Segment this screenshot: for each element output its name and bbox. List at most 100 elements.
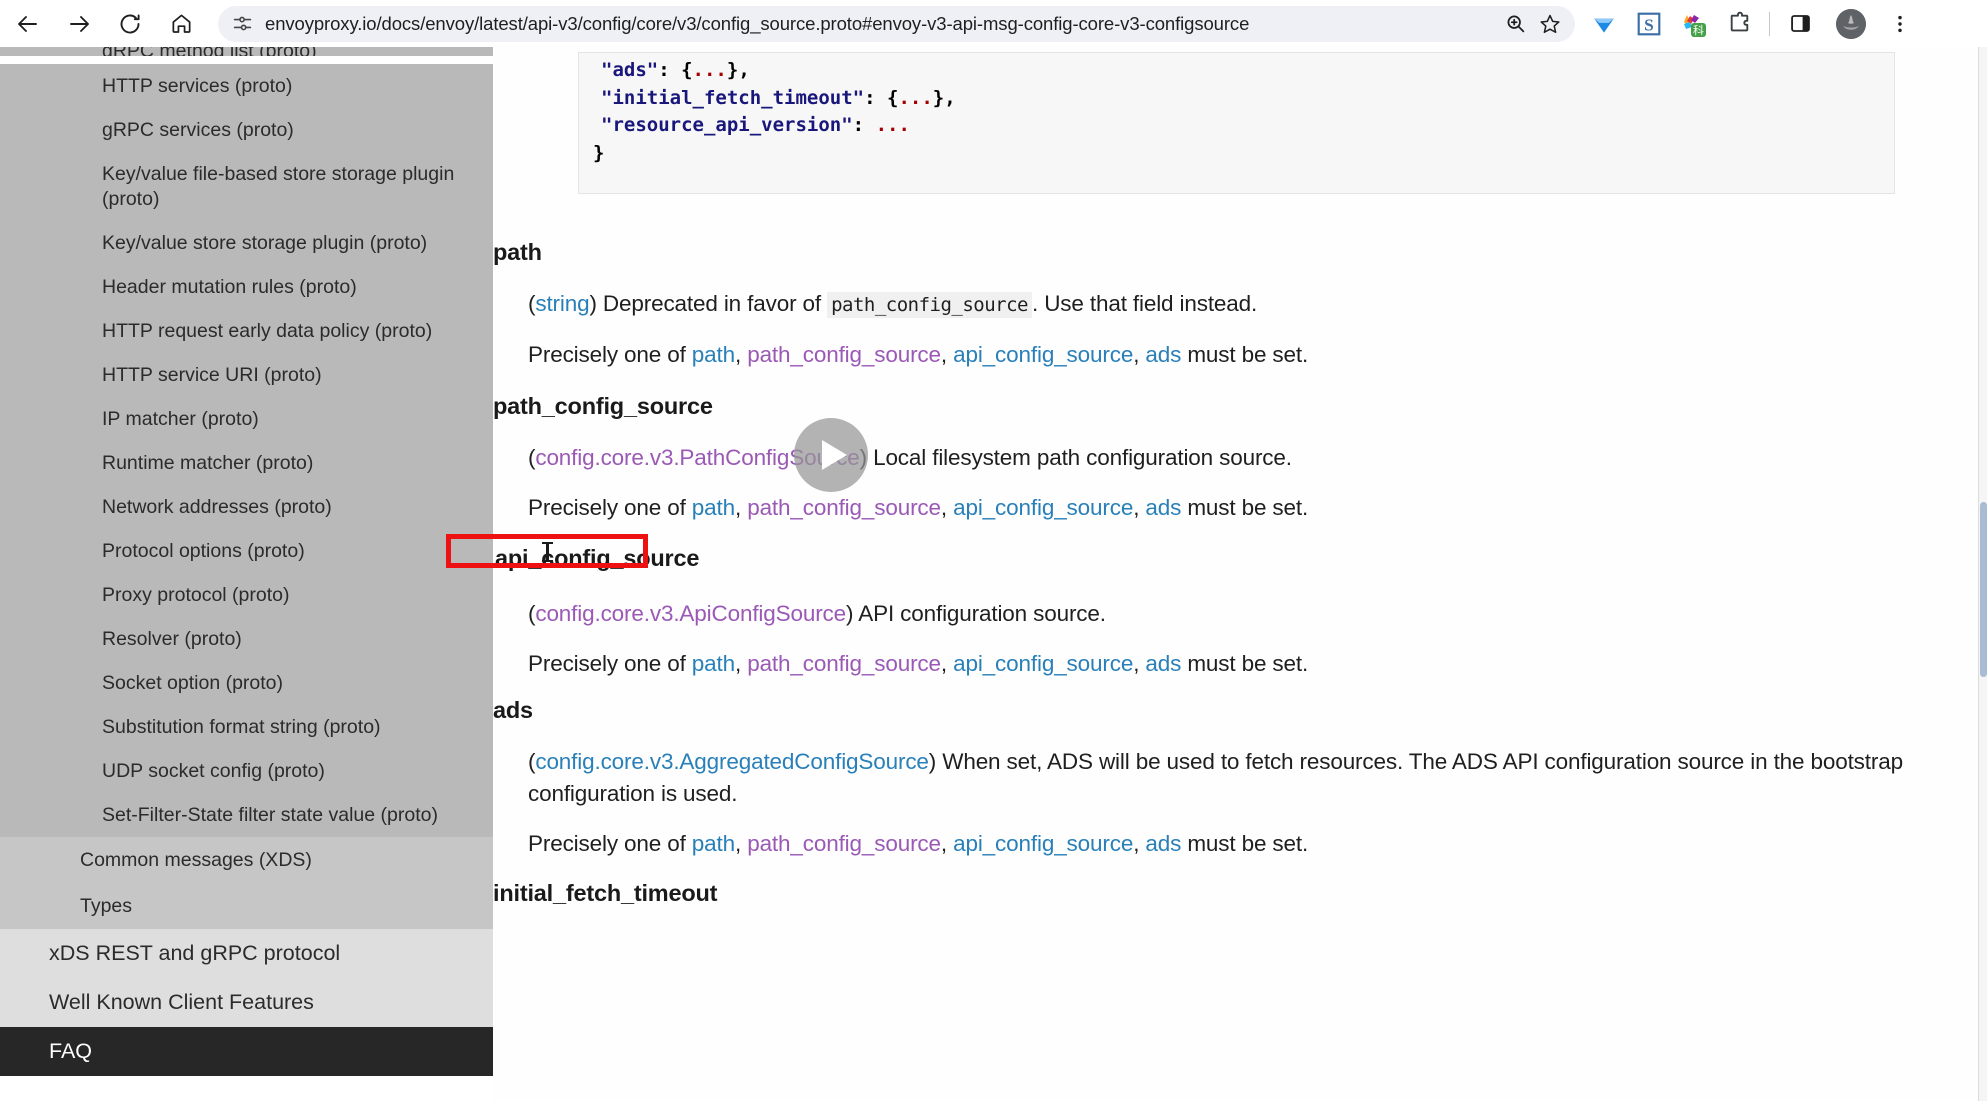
sidebar-item-udp-socket-config[interactable]: UDP socket config (proto) — [0, 749, 493, 793]
field-description-path: (string) Deprecated in favor of path_con… — [528, 291, 1258, 318]
field-block-api-config-source: api_config_source (config.core.v3.ApiCon… — [493, 545, 1980, 680]
play-button[interactable] — [794, 418, 868, 492]
field-block-ads: ads (config.core.v3.AggregatedConfigSour… — [493, 697, 1980, 860]
constraint-link-ads[interactable]: ads — [1145, 495, 1181, 520]
constraint-link-path[interactable]: path — [692, 342, 735, 367]
sidebar-item-runtime-matcher[interactable]: Runtime matcher (proto) — [0, 441, 493, 485]
text-cursor — [542, 542, 553, 562]
type-link-string[interactable]: string — [535, 291, 589, 316]
code-line-3: "resource_api_version": ... — [601, 114, 910, 136]
bookmark-star-icon[interactable] — [1535, 9, 1565, 39]
sidebar-item-ip-matcher[interactable]: IP matcher (proto) — [0, 397, 493, 441]
type-link-aggregated-config-source[interactable]: config.core.v3.AggregatedConfigSource — [535, 749, 929, 774]
field-block-path-config-source: path_config_source (config.core.v3.PathC… — [493, 393, 1980, 524]
back-arrow-icon[interactable] — [9, 5, 47, 43]
desc-prefix-path: ) Deprecated in favor of — [589, 291, 828, 316]
field-constraint-path-config-source: Precisely one of path, path_config_sourc… — [528, 495, 1309, 520]
sidebar-item-keyvalue-store-storage-plugin[interactable]: Key/value store storage plugin (proto) — [0, 221, 493, 265]
diamond-extension-icon[interactable] — [1587, 7, 1621, 41]
page-scrollbar-thumb[interactable] — [1980, 502, 1987, 677]
home-icon[interactable] — [162, 5, 200, 43]
sidebar-item-protocol-options[interactable]: Protocol options (proto) — [0, 529, 493, 573]
constraint-prefix-acs: Precisely one of — [528, 651, 692, 676]
svg-text:S: S — [1644, 15, 1654, 34]
zoom-magnifier-icon[interactable] — [1500, 9, 1530, 39]
desc-suffix-path: . Use that field instead. — [1032, 291, 1258, 316]
constraint-link-path-config-source[interactable]: path_config_source — [747, 651, 941, 676]
sidebar-item-header-mutation-rules[interactable]: Header mutation rules (proto) — [0, 265, 493, 309]
constraint-link-path[interactable]: path — [692, 495, 735, 520]
sidebar-item-proxy-protocol[interactable]: Proxy protocol (proto) — [0, 573, 493, 617]
code-line-2: "initial_fetch_timeout": {...}, — [601, 86, 956, 109]
field-description-ads: (config.core.v3.AggregatedConfigSource) … — [528, 749, 1903, 806]
field-description-path-config-source: (config.core.v3.PathConfigSource) Local … — [528, 445, 1292, 470]
field-title-path: path — [493, 239, 542, 265]
sidebar-item-xds-rest-grpc-protocol[interactable]: xDS REST and gRPC protocol — [0, 929, 493, 978]
three-dot-menu-icon[interactable] — [1883, 7, 1917, 41]
constraint-link-path-config-source[interactable]: path_config_source — [747, 495, 941, 520]
constraint-suffix-acs: must be set. — [1181, 651, 1309, 676]
field-block-initial-fetch-timeout: initial_fetch_timeout — [493, 880, 1980, 907]
sidebar-item-network-addresses[interactable]: Network addresses (proto) — [0, 485, 493, 529]
constraint-link-path[interactable]: path — [692, 831, 735, 856]
extensions-group: S 科 — [1587, 7, 1756, 41]
s-extension-icon[interactable]: S — [1632, 7, 1666, 41]
side-panel-icon[interactable] — [1783, 7, 1817, 41]
sidebar-item-grpc-services[interactable]: gRPC services (proto) — [0, 108, 493, 152]
constraint-link-api-config-source[interactable]: api_config_source — [953, 495, 1133, 520]
field-constraint-path: Precisely one of path, path_config_sourc… — [528, 342, 1309, 367]
docs-sidebar-nav[interactable]: gRPC method list (proto) HTTP services (… — [0, 47, 493, 1101]
play-triangle-icon — [822, 440, 847, 470]
constraint-link-path-config-source[interactable]: path_config_source — [747, 831, 941, 856]
url-text[interactable]: envoyproxy.io/docs/envoy/latest/api-v3/c… — [265, 13, 1500, 35]
docs-main-content: "ads": {...}, "initial_fetch_timeout": {… — [493, 47, 1980, 1101]
sidebar-item-resolver[interactable]: Resolver (proto) — [0, 617, 493, 661]
constraint-link-api-config-source[interactable]: api_config_source — [953, 831, 1133, 856]
toolbar-divider — [1769, 11, 1770, 36]
field-description-api-config-source: (config.core.v3.ApiConfigSource) API con… — [528, 601, 1106, 626]
sidebar-item-grpc-method-list[interactable]: gRPC method list (proto) — [0, 47, 493, 56]
constraint-link-path[interactable]: path — [692, 651, 735, 676]
sidebar-item-faq[interactable]: FAQ — [0, 1027, 493, 1076]
sidebar-item-keyvalue-file-based-store[interactable]: Key/value file-based store storage plugi… — [0, 152, 493, 221]
sidebar-item-well-known-client-features[interactable]: Well Known Client Features — [0, 978, 493, 1027]
desc-prefix-path-config-source: ) Local filesystem path configuration so… — [859, 445, 1292, 470]
translate-extension-icon[interactable]: 科 — [1677, 7, 1711, 41]
sidebar-item-common-messages-xds[interactable]: Common messages (XDS) — [0, 837, 493, 883]
sidebar-item-set-filter-state-value[interactable]: Set-Filter-State filter state value (pro… — [0, 793, 493, 837]
sidebar-item-types[interactable]: Types — [0, 883, 493, 929]
code-key-ads: "ads" — [601, 59, 659, 81]
constraint-prefix-pcs: Precisely one of — [528, 495, 692, 520]
json-code-block: "ads": {...}, "initial_fetch_timeout": {… — [578, 52, 1895, 194]
sidebar-item-socket-option[interactable]: Socket option (proto) — [0, 661, 493, 705]
sidebar-item-http-service-uri[interactable]: HTTP service URI (proto) — [0, 353, 493, 397]
inline-code-path-config-source: path_config_source — [827, 292, 1032, 318]
constraint-link-ads[interactable]: ads — [1145, 651, 1181, 676]
constraint-suffix-path: must be set. — [1181, 342, 1309, 367]
constraint-link-ads[interactable]: ads — [1145, 831, 1181, 856]
field-constraint-api-config-source: Precisely one of path, path_config_sourc… — [528, 651, 1309, 676]
constraint-link-api-config-source[interactable]: api_config_source — [953, 342, 1133, 367]
constraint-link-ads[interactable]: ads — [1145, 342, 1181, 367]
page-scrollbar[interactable] — [1978, 47, 1987, 1101]
constraint-prefix-path: Precisely one of — [528, 342, 692, 367]
puzzle-extensions-icon[interactable] — [1722, 7, 1756, 41]
tune-settings-icon[interactable] — [228, 10, 256, 38]
type-link-api-config-source[interactable]: config.core.v3.ApiConfigSource — [535, 601, 846, 626]
field-title-api-config-source: api_config_source — [495, 545, 700, 571]
field-title-ads: ads — [493, 697, 533, 723]
sidebar-item-http-services[interactable]: HTTP services (proto) — [0, 64, 493, 108]
profile-avatar-icon[interactable] — [1836, 8, 1866, 39]
svg-text:科: 科 — [1693, 23, 1704, 37]
forward-arrow-icon[interactable] — [60, 5, 98, 43]
field-block-path: path (string) Deprecated in favor of pat… — [493, 239, 1980, 371]
page-viewport: gRPC method list (proto) HTTP services (… — [0, 47, 1987, 1101]
field-title-path-config-source: path_config_source — [493, 393, 713, 419]
code-key-initial-fetch-timeout: "initial_fetch_timeout" — [601, 86, 865, 109]
sidebar-item-substitution-format-string[interactable]: Substitution format string (proto) — [0, 705, 493, 749]
address-bar[interactable]: envoyproxy.io/docs/envoy/latest/api-v3/c… — [218, 5, 1575, 42]
sidebar-item-http-request-early-data-policy[interactable]: HTTP request early data policy (proto) — [0, 309, 493, 353]
constraint-link-api-config-source[interactable]: api_config_source — [953, 651, 1133, 676]
constraint-link-path-config-source[interactable]: path_config_source — [747, 342, 941, 367]
reload-icon[interactable] — [111, 5, 149, 43]
